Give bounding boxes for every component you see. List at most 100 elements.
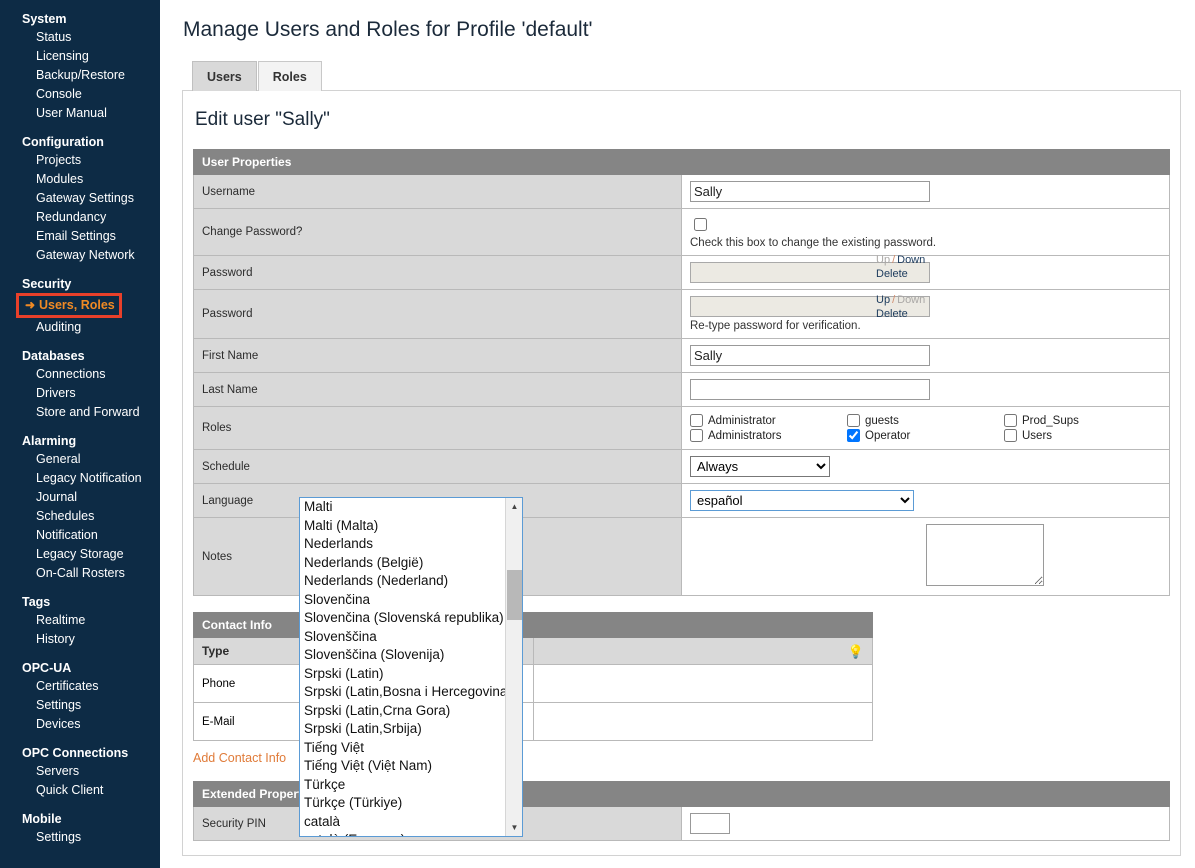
nav-group-header: Databases xyxy=(22,349,85,363)
role-checkbox-guests[interactable] xyxy=(847,414,860,427)
move-down-link-email[interactable]: Down xyxy=(897,294,925,306)
role-item-operator[interactable]: Operator xyxy=(847,428,1004,443)
sidebar-item-certificates[interactable]: Certificates xyxy=(0,677,160,696)
sidebar-item-quick-client[interactable]: Quick Client xyxy=(0,781,160,800)
table-row: Phone xyxy=(193,664,873,703)
language-option-srpski-latin-bosna-i-hercegovina[interactable]: Srpski (Latin,Bosna i Hercegovina) xyxy=(300,683,505,702)
sidebar-item-users-roles[interactable]: ➜ Users, Roles xyxy=(16,293,122,318)
sidebar-item-on-call-rosters[interactable]: On-Call Rosters xyxy=(0,564,160,583)
sidebar-item-notification[interactable]: Notification xyxy=(0,526,160,545)
scroll-up-arrow-icon[interactable]: ▲ xyxy=(506,498,522,515)
sidebar-item-drivers[interactable]: Drivers xyxy=(0,384,160,403)
sidebar-item-console[interactable]: Console xyxy=(0,85,160,104)
username-input[interactable] xyxy=(690,181,930,202)
language-option-nederlands-belgi[interactable]: Nederlands (België) xyxy=(300,554,505,573)
sidebar-item-status[interactable]: Status xyxy=(0,28,160,47)
sidebar-item-gateway-settings[interactable]: Gateway Settings xyxy=(0,189,160,208)
move-up-link-email[interactable]: Up xyxy=(876,294,890,306)
sidebar-item-realtime[interactable]: Realtime xyxy=(0,611,160,630)
sidebar-item-settings[interactable]: Settings xyxy=(0,696,160,715)
language-option-sloven-ina-slovenija[interactable]: Slovenščina (Slovenija) xyxy=(300,646,505,665)
language-option-srpski-latin-crna-gora[interactable]: Srpski (Latin,Crna Gora) xyxy=(300,702,505,721)
sidebar-item-user-manual[interactable]: User Manual xyxy=(0,104,160,123)
delete-link-email[interactable]: Delete xyxy=(876,308,908,320)
sidebar-item-devices[interactable]: Devices xyxy=(0,715,160,734)
role-label: Administrator xyxy=(708,414,776,427)
role-item-administrator[interactable]: Administrator xyxy=(690,413,847,428)
scroll-down-arrow-icon[interactable]: ▼ xyxy=(506,819,522,836)
language-option-sloven-ina[interactable]: Slovenčina xyxy=(300,591,505,610)
language-option-srpski-latin[interactable]: Srpski (Latin) xyxy=(300,665,505,684)
sidebar-item-backup-restore[interactable]: Backup/Restore xyxy=(0,66,160,85)
first-name-input[interactable] xyxy=(690,345,930,366)
language-option-nederlands[interactable]: Nederlands xyxy=(300,535,505,554)
move-down-link-phone[interactable]: Down xyxy=(897,254,925,266)
role-item-guests[interactable]: guests xyxy=(847,413,1004,428)
label-roles: Roles xyxy=(193,406,682,450)
scrollbar-thumb[interactable] xyxy=(507,570,522,620)
sidebar-item-servers[interactable]: Servers xyxy=(0,762,160,781)
last-name-input[interactable] xyxy=(690,379,930,400)
language-option-ti-ng-vi-t-vi-t-nam[interactable]: Tiếng Việt (Việt Nam) xyxy=(300,757,505,776)
role-checkbox-administrator[interactable] xyxy=(690,414,703,427)
contact-value-phone[interactable] xyxy=(532,664,873,703)
role-item-prod-sups[interactable]: Prod_Sups xyxy=(1004,413,1161,428)
nav-group-header: OPC Connections xyxy=(22,746,129,760)
lightbulb-icon[interactable]: 💡 xyxy=(848,645,864,658)
row-actions-phone: Up / Down Delete xyxy=(876,253,925,281)
language-option-malti[interactable]: Malti xyxy=(300,498,505,517)
sidebar-item-settings[interactable]: Settings xyxy=(0,828,160,847)
language-option-t-rk-e-t-rkiye[interactable]: Türkçe (Türkiye) xyxy=(300,794,505,813)
label-last-name: Last Name xyxy=(193,372,682,407)
row-roles: Roles Administrator Administrators guests O… xyxy=(193,406,1170,450)
schedule-select[interactable]: Always xyxy=(690,456,830,477)
language-option-nederlands-nederland[interactable]: Nederlands (Nederland) xyxy=(300,572,505,591)
role-item-administrators[interactable]: Administrators xyxy=(690,428,847,443)
sidebar-item-schedules[interactable]: Schedules xyxy=(0,507,160,526)
role-checkbox-prod-sups[interactable] xyxy=(1004,414,1017,427)
sidebar-item-email-settings[interactable]: Email Settings xyxy=(0,227,160,246)
language-option-catal-espanya[interactable]: català (Espanya) xyxy=(300,831,505,836)
sidebar-item-projects[interactable]: Projects xyxy=(0,151,160,170)
role-label: Users xyxy=(1022,429,1053,442)
role-checkbox-users[interactable] xyxy=(1004,429,1017,442)
tab-roles[interactable]: Roles xyxy=(257,61,322,91)
sidebar-item-redundancy[interactable]: Redundancy xyxy=(0,208,160,227)
role-checkbox-administrators[interactable] xyxy=(690,429,703,442)
language-dropdown-listbox[interactable]: Malti Malti (Malta) Nederlands Nederlands (… xyxy=(299,497,523,837)
language-option-sloven-ina-slovensk-republika[interactable]: Slovenčina (Slovenská republika) xyxy=(300,609,505,628)
language-option-ti-ng-vi-t[interactable]: Tiếng Việt xyxy=(300,739,505,758)
language-option-srpski-latin-srbija[interactable]: Srpski (Latin,Srbija) xyxy=(300,720,505,739)
sidebar-item-journal[interactable]: Journal xyxy=(0,488,160,507)
language-option-list[interactable]: Malti Malti (Malta) Nederlands Nederlands (… xyxy=(300,498,505,836)
label-password: Password xyxy=(193,255,682,290)
language-option-malti-malta[interactable]: Malti (Malta) xyxy=(300,517,505,536)
sidebar-item-gateway-network[interactable]: Gateway Network xyxy=(0,246,160,265)
delete-link-phone[interactable]: Delete xyxy=(876,268,908,280)
add-contact-info-link[interactable]: Add Contact Info xyxy=(193,751,286,765)
contact-value-email[interactable] xyxy=(532,702,873,741)
role-checkbox-operator[interactable] xyxy=(847,429,860,442)
tab-users[interactable]: Users xyxy=(192,61,257,91)
change-password-checkbox[interactable] xyxy=(694,218,707,231)
language-option-sloven-ina[interactable]: Slovenščina xyxy=(300,628,505,647)
dropdown-scrollbar[interactable]: ▲ ▼ xyxy=(505,498,522,836)
sidebar-item-auditing[interactable]: Auditing xyxy=(0,318,160,337)
notes-textarea[interactable] xyxy=(926,524,1044,586)
role-item-users[interactable]: Users xyxy=(1004,428,1161,443)
sidebar-item-legacy-storage[interactable]: Legacy Storage xyxy=(0,545,160,564)
language-option-catal[interactable]: català xyxy=(300,813,505,832)
sidebar-item-modules[interactable]: Modules xyxy=(0,170,160,189)
language-option-t-rk-e[interactable]: Türkçe xyxy=(300,776,505,795)
language-select[interactable]: español xyxy=(690,490,914,511)
sidebar-item-history[interactable]: History xyxy=(0,630,160,649)
security-pin-input[interactable] xyxy=(690,813,730,834)
roles-column: guests Operator xyxy=(847,413,1004,443)
sidebar-item-connections[interactable]: Connections xyxy=(0,365,160,384)
sidebar-item-general[interactable]: General xyxy=(0,450,160,469)
sidebar-item-store-and-forward[interactable]: Store and Forward xyxy=(0,403,160,422)
sidebar-item-legacy-notification[interactable]: Legacy Notification xyxy=(0,469,160,488)
contact-info-table: Contact Info Type 💡 Phone E-Mail xyxy=(193,612,873,741)
move-up-link-phone[interactable]: Up xyxy=(876,254,890,266)
sidebar-item-licensing[interactable]: Licensing xyxy=(0,47,160,66)
